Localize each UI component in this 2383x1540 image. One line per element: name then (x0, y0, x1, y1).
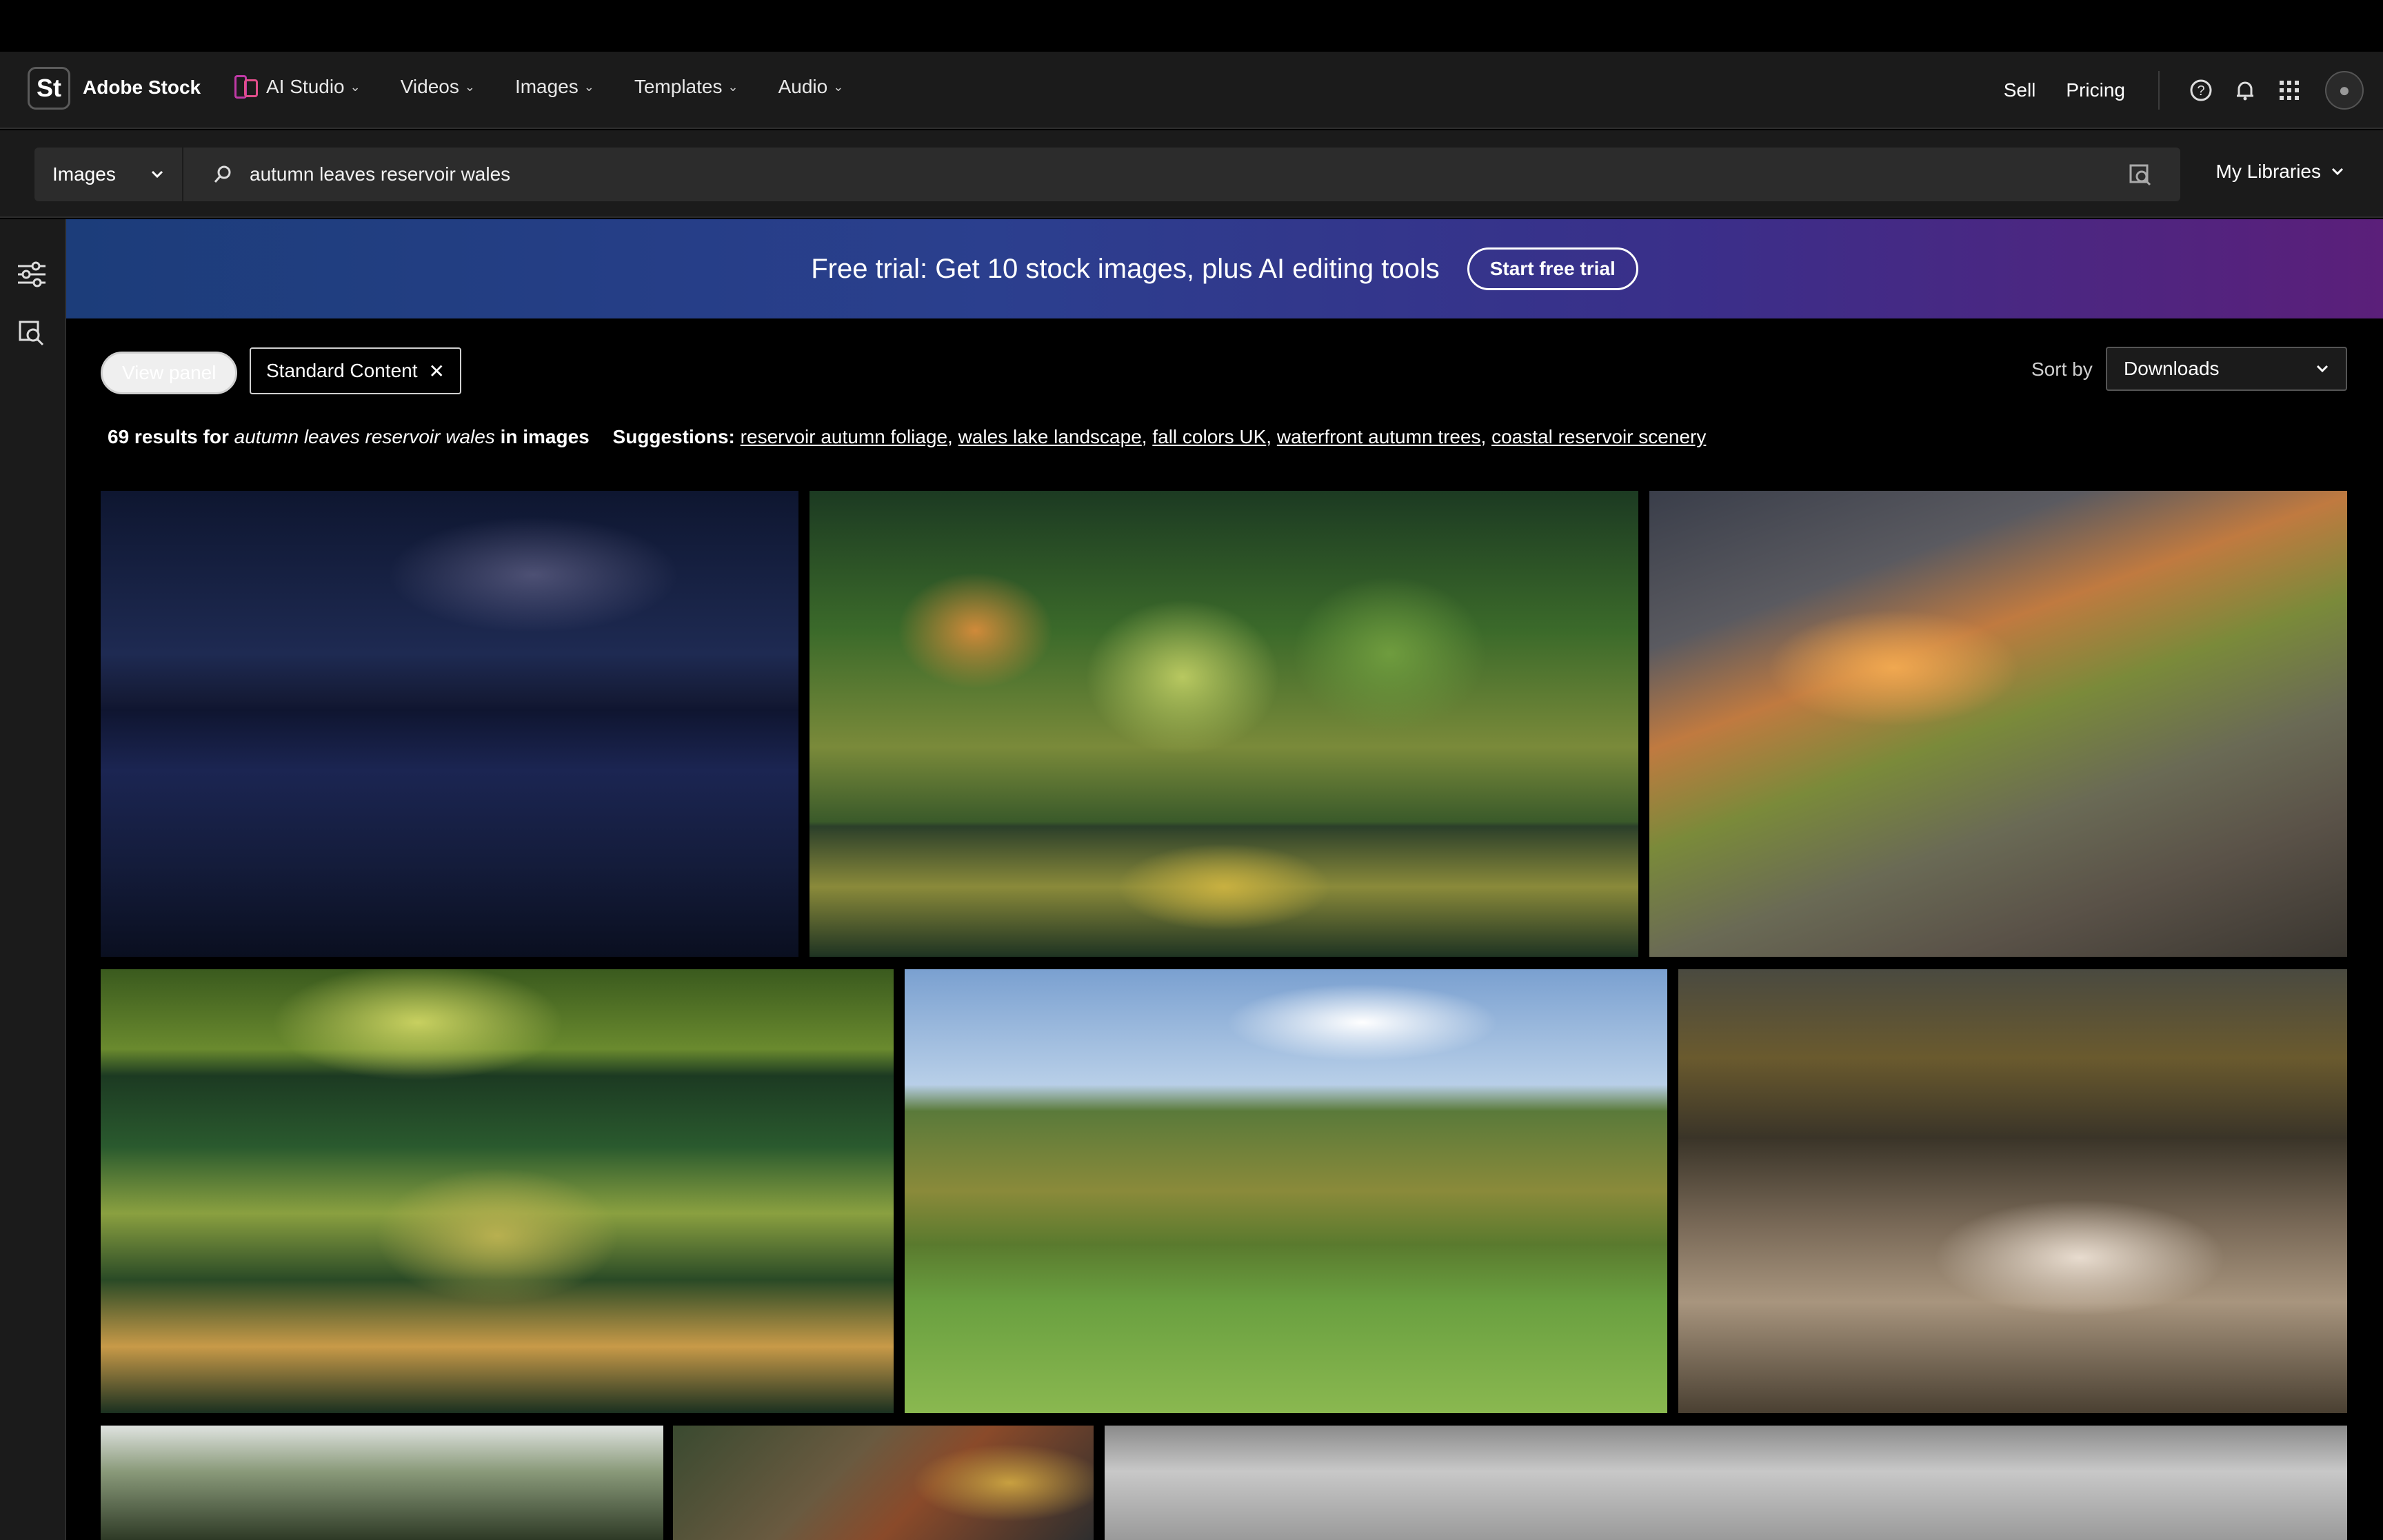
results-query: autumn leaves reservoir wales (234, 426, 495, 447)
image-sunset-lake-obelisk[interactable] (1649, 491, 2347, 957)
ai-studio-icon (234, 75, 261, 99)
image-lake-tree-reflection[interactable] (101, 969, 894, 1413)
suggestion-link[interactable]: waterfront autumn trees (1277, 426, 1481, 447)
nav-images[interactable]: Images ⌄ (515, 75, 594, 99)
start-free-trial-button[interactable]: Start free trial (1467, 247, 1638, 290)
adobe-stock-logo[interactable]: St (28, 67, 70, 110)
free-trial-banner: Free trial: Get 10 stock images, plus AI… (66, 219, 2383, 318)
chevron-down-icon: ⌄ (727, 79, 738, 94)
image-waterfall-rapids[interactable] (1678, 969, 2347, 1413)
header-actions: Sell Pricing ? ● (2004, 52, 2383, 129)
visual-search-icon[interactable] (18, 320, 46, 347)
left-rail (0, 219, 66, 1540)
search-scope-select[interactable]: Images (34, 148, 182, 201)
suggestion-link[interactable]: coastal reservoir scenery (1491, 426, 1706, 447)
chevron-down-icon: ⌄ (464, 79, 475, 94)
top-strip (0, 0, 2383, 52)
image-autumn-parkland-trees[interactable] (905, 969, 1667, 1413)
svg-text:?: ? (2197, 83, 2204, 99)
help-icon[interactable]: ? (2187, 77, 2215, 104)
nav-templates[interactable]: Templates ⌄ (634, 75, 738, 99)
sort-by-label: Sort by (2031, 358, 2093, 380)
sell-link[interactable]: Sell (2004, 79, 2036, 101)
standard-content-chip[interactable]: Standard Content ✕ (250, 347, 461, 394)
results-summary: 69 results for autumn leaves reservoir w… (108, 426, 1707, 447)
sort-select[interactable]: Downloads (2106, 347, 2347, 391)
close-icon[interactable]: ✕ (429, 360, 445, 383)
suggestion-link[interactable]: reservoir autumn foliage (741, 426, 947, 447)
chevron-down-icon: ⌄ (833, 79, 844, 94)
image-autumn-forest-reflection[interactable] (810, 491, 1638, 957)
chevron-down-icon (2316, 365, 2329, 373)
image-cloudy-sky[interactable] (1105, 1426, 2347, 1540)
nav-ai-studio[interactable]: AI Studio ⌄ (234, 75, 361, 99)
suggestion-link[interactable]: wales lake landscape (958, 426, 1142, 447)
visual-search-icon[interactable] (2128, 163, 2153, 188)
nav-audio[interactable]: Audio ⌄ (778, 75, 844, 99)
divider (2158, 71, 2160, 110)
apps-grid-icon[interactable] (2275, 77, 2303, 104)
filters-icon[interactable] (17, 261, 47, 288)
chevron-down-icon (151, 170, 163, 179)
chevron-down-icon: ⌄ (583, 79, 594, 94)
search-query: autumn leaves reservoir wales (250, 163, 511, 185)
global-header: St Adobe Stock AI Studio ⌄ Videos ⌄ Imag… (0, 52, 2383, 129)
chevron-down-icon (2331, 168, 2344, 176)
my-libraries-button[interactable]: My Libraries (2216, 161, 2344, 183)
chevron-down-icon: ⌄ (350, 79, 361, 94)
main-nav: AI Studio ⌄ Videos ⌄ Images ⌄ Templates … (234, 75, 843, 99)
image-aerial-village[interactable] (673, 1426, 1094, 1540)
image-eucalyptus-tree[interactable] (101, 1426, 663, 1540)
search-bar-row: Images autumn leaves reservoir wales My … (0, 130, 2383, 218)
suggestions-label: Suggestions: (612, 426, 735, 447)
banner-message: Free trial: Get 10 stock images, plus AI… (811, 253, 1440, 284)
avatar[interactable]: ● (2325, 71, 2364, 110)
image-night-sky-reservoir[interactable] (101, 491, 798, 957)
brand-name[interactable]: Adobe Stock (83, 77, 201, 99)
view-panel-button[interactable]: View panel (101, 352, 238, 394)
bell-icon[interactable] (2231, 77, 2259, 104)
nav-videos[interactable]: Videos ⌄ (401, 75, 475, 99)
search-input[interactable]: autumn leaves reservoir wales (182, 148, 2180, 201)
search-icon (214, 165, 231, 183)
pricing-link[interactable]: Pricing (2066, 79, 2125, 101)
suggestion-link[interactable]: fall colors UK (1152, 426, 1266, 447)
